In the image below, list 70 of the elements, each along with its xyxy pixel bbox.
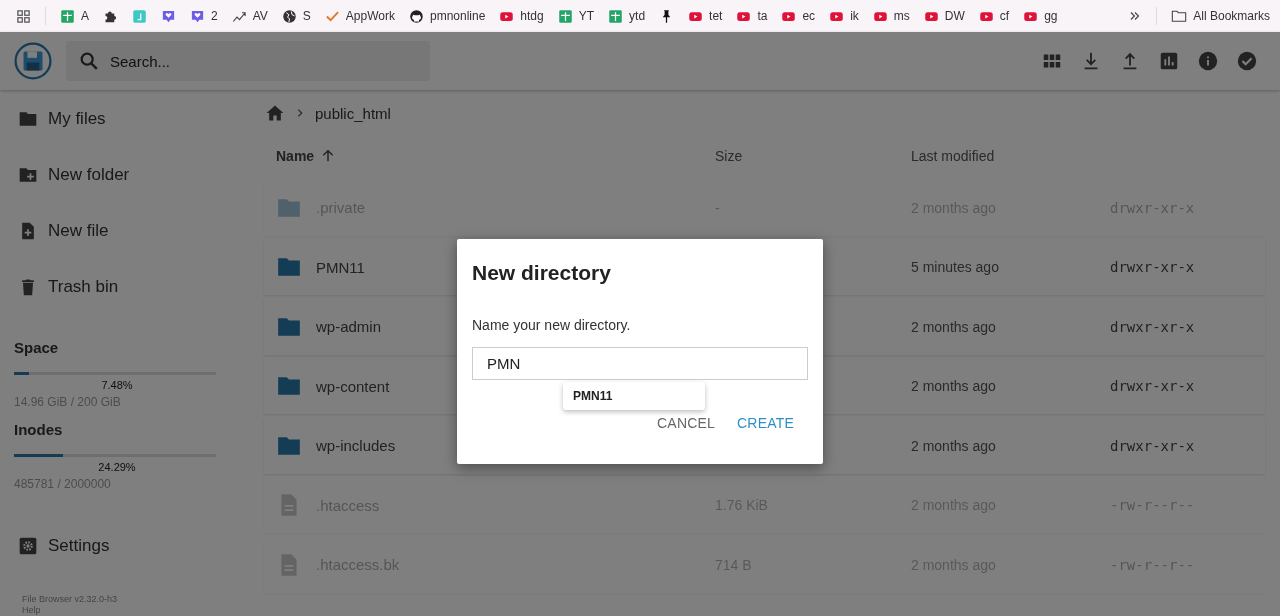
chevron-right-icon — [295, 108, 305, 118]
bookmark-item[interactable]: 2 — [190, 6, 218, 26]
bookmark-item[interactable]: ec — [781, 6, 816, 26]
dialog-title: New directory — [472, 261, 612, 285]
folder-icon — [1171, 8, 1188, 24]
search-field[interactable]: Search... — [66, 41, 430, 81]
sidebar-item[interactable]: My files — [14, 91, 214, 147]
bookmark-item[interactable]: ik — [829, 6, 859, 26]
gear-icon — [18, 535, 38, 556]
usage-title: Space — [14, 339, 60, 356]
bookmark-item[interactable]: YT — [557, 6, 595, 26]
sidebar-item[interactable]: New file — [14, 203, 214, 259]
column-header[interactable]: Name — [276, 148, 315, 164]
file-name: wp-includes — [316, 437, 396, 454]
modified-time: 2 months ago — [911, 318, 996, 335]
bookmark-item[interactable]: All Bookmarks — [1171, 6, 1270, 26]
github-icon — [409, 8, 424, 24]
bookmark-item[interactable]: S — [281, 6, 311, 26]
apps-icon[interactable] — [16, 8, 31, 24]
bookmark-item[interactable]: gg — [1023, 6, 1058, 26]
check-circle-icon[interactable] — [1236, 50, 1258, 72]
modified-time: 2 months ago — [911, 378, 996, 394]
globe-icon — [281, 8, 297, 24]
bookmark-item[interactable]: ta — [736, 6, 768, 26]
usage-title: Inodes — [14, 421, 64, 438]
bookmark-item[interactable]: AppWork — [324, 6, 395, 26]
sidebar-item[interactable]: New folder — [14, 147, 214, 203]
breadcrumb-link[interactable]: public_html — [315, 104, 391, 122]
file-name: wp-content — [316, 377, 390, 395]
sidebar-item[interactable]: Trash bin — [14, 259, 214, 315]
search-icon — [78, 50, 100, 72]
bookmark-item[interactable]: pmnonline — [409, 6, 486, 26]
permissions: drwxr-xr-x — [1110, 378, 1195, 394]
usage-percent: 7.48% — [100, 379, 134, 391]
dialog-prompt: Name your new directory. — [472, 317, 632, 333]
name-input-field[interactable]: PMN — [472, 347, 808, 380]
autocomplete-suggestion[interactable]: PMN11 — [563, 382, 705, 410]
column-header[interactable]: Last modified — [911, 148, 995, 164]
bar-chart-icon[interactable] — [1158, 50, 1180, 72]
spreadsheet-icon — [60, 8, 75, 24]
modified-time: 2 months ago — [911, 437, 996, 454]
permissions: drwxr-xr-x — [1110, 259, 1195, 275]
spreadsheet-icon — [557, 8, 573, 24]
info-icon[interactable] — [1197, 50, 1219, 72]
bookmark-item[interactable]: AV — [231, 6, 268, 26]
permissions: drwxr-xr-x — [1110, 318, 1195, 335]
bookmark-item[interactable]: A — [60, 6, 89, 26]
bookmark-item[interactable]: DW — [923, 6, 965, 26]
bookmark-item[interactable]: htdg — [499, 6, 544, 26]
heart-chat-icon — [190, 8, 205, 24]
heart-chat-icon[interactable] — [161, 8, 176, 24]
spreadsheet-icon — [608, 8, 624, 24]
floppy-disk-logo-icon[interactable] — [14, 42, 52, 80]
bookmark-item[interactable]: cf — [978, 6, 1010, 26]
modified-time: 5 minutes ago — [911, 259, 999, 275]
column-header[interactable]: Size — [715, 148, 743, 164]
file-name: PMN11 — [316, 258, 365, 276]
permissions: drwxr-xr-x — [1110, 437, 1195, 454]
settings-item[interactable]: Settings — [14, 519, 214, 572]
usage-percent: 24.29% — [97, 461, 137, 473]
cancel-button[interactable]: CANCEL — [657, 415, 716, 431]
folder-plus-icon — [18, 165, 38, 185]
home-icon[interactable] — [265, 103, 285, 123]
file-name: wp-admin — [316, 318, 382, 335]
bookmark-item[interactable]: tet — [688, 6, 723, 26]
bookmark-item[interactable]: ms — [872, 6, 910, 26]
create-button[interactable]: CREATE — [737, 415, 794, 431]
folder-icon — [18, 109, 38, 129]
file-size: - — [715, 199, 720, 216]
bookmark-item[interactable]: ytd — [608, 6, 646, 26]
